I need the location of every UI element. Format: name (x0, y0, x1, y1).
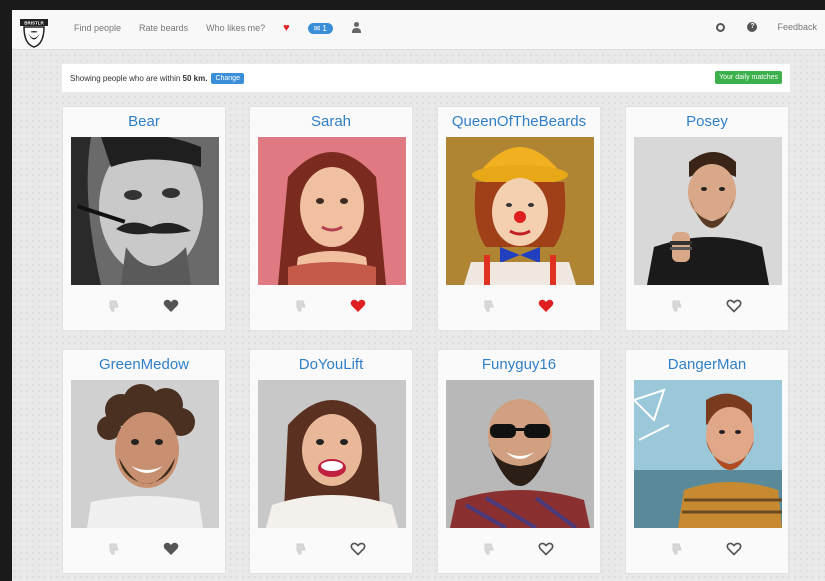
profile-card[interactable]: Sarah (249, 106, 413, 331)
distance-value: 50 km. (182, 73, 208, 83)
nav-rate-beards[interactable]: Rate beards (139, 23, 188, 33)
profile-actions (250, 540, 412, 560)
distance-infobar: Showing people who are within 50 km. Cha… (62, 64, 790, 92)
heart-outline-icon[interactable] (538, 542, 554, 556)
heart-outline-icon[interactable] (163, 299, 179, 313)
profile-card[interactable]: QueenOfTheBeards (437, 106, 601, 331)
messages-badge[interactable]: ✉ 1 (307, 22, 333, 34)
envelope-icon: ✉ (313, 23, 321, 33)
profile-actions (438, 540, 600, 560)
profile-actions (63, 297, 225, 317)
profile-actions (626, 540, 788, 560)
profile-name[interactable]: Posey (626, 113, 788, 130)
profile-photo[interactable] (634, 380, 782, 528)
profile-card[interactable]: GreenMedow (62, 349, 226, 574)
thumbs-down-icon[interactable] (482, 542, 496, 556)
nav-right: ? Feedback (716, 22, 817, 32)
feedback-link[interactable]: Feedback (777, 22, 817, 32)
nav-who-likes-me[interactable]: Who likes me? (206, 23, 265, 33)
heart-outline-icon[interactable] (726, 299, 742, 313)
profile-photo[interactable] (258, 380, 406, 528)
profile-photo[interactable] (446, 380, 594, 528)
heart-filled-icon[interactable] (538, 299, 554, 313)
heart-outline-icon[interactable] (726, 542, 742, 556)
profile-name[interactable]: DoYouLift (250, 356, 412, 373)
profile-card[interactable]: DoYouLift (249, 349, 413, 574)
profile-name[interactable]: Sarah (250, 113, 412, 130)
navbar: BRISTLR Find people Rate beards Who like… (12, 10, 825, 50)
heart-outline-icon[interactable] (350, 542, 366, 556)
info-icon[interactable]: ? (747, 22, 758, 32)
profile-name[interactable]: QueenOfTheBeards (438, 113, 600, 130)
thumbs-down-icon[interactable] (294, 542, 308, 556)
thumbs-down-icon[interactable] (670, 299, 684, 313)
profile-photo[interactable] (446, 137, 594, 285)
profile-name[interactable]: Funyguy16 (438, 356, 600, 373)
messages-count: 1 (322, 23, 327, 33)
profile-name[interactable]: GreenMedow (63, 356, 225, 373)
profile-photo[interactable] (258, 137, 406, 285)
thumbs-down-icon[interactable] (482, 299, 496, 313)
nav-links: Find people Rate beards Who likes me? ♥ … (74, 22, 371, 34)
profile-photo[interactable] (71, 137, 219, 285)
logo-text: BRISTLR (24, 21, 44, 26)
heart-outline-icon[interactable] (163, 542, 179, 556)
thumbs-down-icon[interactable] (294, 299, 308, 313)
profile-photo[interactable] (71, 380, 219, 528)
app-screen: BRISTLR Find people Rate beards Who like… (12, 10, 825, 581)
distance-text: Showing people who are within 50 km. (70, 74, 207, 83)
thumbs-down-icon[interactable] (107, 299, 121, 313)
daily-matches-button[interactable]: Your daily matches (715, 71, 782, 84)
heart-icon[interactable]: ♥ (283, 22, 290, 34)
thumbs-down-icon[interactable] (670, 542, 684, 556)
profile-card[interactable]: Funyguy16 (437, 349, 601, 574)
heart-filled-icon[interactable] (350, 299, 366, 313)
distance-prefix: Showing people who are within (70, 73, 181, 83)
bristlr-logo[interactable]: BRISTLR (18, 16, 50, 48)
profile-name[interactable]: DangerMan (626, 356, 788, 373)
profile-card[interactable]: DangerMan (625, 349, 789, 574)
nav-find-people[interactable]: Find people (74, 23, 121, 33)
gear-icon[interactable] (716, 22, 726, 32)
thumbs-down-icon[interactable] (107, 542, 121, 556)
change-distance-button[interactable]: Change (211, 72, 244, 84)
user-icon[interactable] (351, 22, 361, 34)
profile-actions (438, 297, 600, 317)
profile-card[interactable]: Posey (625, 106, 789, 331)
profile-actions (63, 540, 225, 560)
profile-name[interactable]: Bear (63, 113, 225, 130)
profile-actions (250, 297, 412, 317)
profile-actions (626, 297, 788, 317)
profile-photo[interactable] (634, 137, 782, 285)
profile-card[interactable]: Bear (62, 106, 226, 331)
